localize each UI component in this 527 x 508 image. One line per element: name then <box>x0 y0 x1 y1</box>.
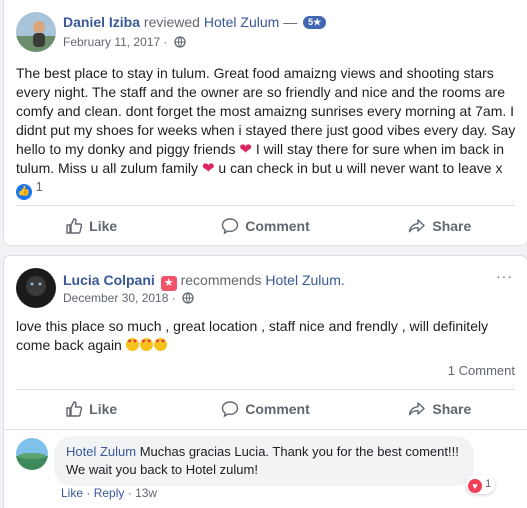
reply-reaction-count: 1 <box>485 478 492 490</box>
divider <box>16 205 515 206</box>
reply-actions: Like · Reply · 13w <box>61 486 157 500</box>
thumbs-up-icon <box>66 218 83 234</box>
like-label: Like <box>89 218 118 234</box>
divider <box>4 429 527 430</box>
heart-eyes-emoji-icon <box>139 338 153 351</box>
author-name[interactable]: Daniel Iziba <box>63 14 140 30</box>
post-header: Lucia Colpani ★ recommends Hotel Zulum. <box>63 271 345 291</box>
share-icon <box>409 219 426 233</box>
page-link[interactable]: Hotel Zulum. <box>265 272 344 288</box>
recommend-icon: ★ <box>160 276 177 291</box>
comment-count[interactable]: 1 Comment <box>448 363 515 378</box>
rating-badge: 5★ <box>303 16 327 29</box>
reply-link[interactable]: Reply <box>94 486 125 500</box>
share-button[interactable]: Share <box>353 393 527 425</box>
reply-avatar[interactable] <box>16 438 48 470</box>
comment-icon <box>222 401 239 418</box>
author-name[interactable]: Lucia Colpani <box>63 272 155 288</box>
reaction-summary[interactable]: 👍 1 <box>16 179 43 200</box>
separator-dot: · <box>86 486 91 500</box>
globe-icon <box>174 36 186 48</box>
share-label: Share <box>432 218 472 234</box>
reaction-count: 1 <box>35 179 43 194</box>
separator-dot: · <box>127 486 132 500</box>
avatar[interactable] <box>16 268 56 308</box>
action-bar: Like Comment Share <box>4 393 527 425</box>
reply-time[interactable]: 13w <box>135 486 157 500</box>
globe-icon <box>182 292 194 304</box>
separator-dot: · <box>171 291 176 305</box>
comment-label: Comment <box>245 218 310 234</box>
love-reaction-icon: ♥ <box>468 479 482 493</box>
heart-eyes-emoji-icon <box>153 338 167 351</box>
post-date[interactable]: February 11, 2017 <box>63 35 160 49</box>
thumbs-up-icon <box>66 401 83 417</box>
share-button[interactable]: Share <box>353 210 527 242</box>
reply-reaction-summary[interactable]: ♥ 1 <box>466 475 496 494</box>
post-text: The best place to stay in tulum. Great f… <box>16 64 521 178</box>
action-bar: Like Comment Share <box>4 210 527 242</box>
action-verb: reviewed <box>143 14 200 30</box>
action-verb: recommends <box>180 272 262 288</box>
post-text: love this place so much , great location… <box>16 317 506 355</box>
comment-label: Comment <box>245 401 310 417</box>
post-text-part: u can check in but u will never want to … <box>214 160 503 176</box>
comment-button[interactable]: Comment <box>178 393 352 425</box>
heart-emoji-icon: ❤ <box>201 160 215 177</box>
share-icon <box>409 402 426 416</box>
post-text-part: love this place so much , great location… <box>16 318 489 353</box>
post-date[interactable]: December 30, 2018 <box>63 291 168 305</box>
page-link[interactable]: Hotel Zulum <box>204 14 279 30</box>
post-meta: February 11, 2017 · <box>63 34 186 50</box>
like-button[interactable]: Like <box>4 210 178 242</box>
like-reaction-icon: 👍 <box>16 184 32 200</box>
more-options-icon[interactable]: ··· <box>496 268 513 284</box>
review-post-daniel: Daniel Iziba reviewed Hotel Zulum — 5★ F… <box>4 0 527 245</box>
divider <box>16 389 515 390</box>
comment-icon <box>222 218 239 235</box>
reply-bubble: Hotel Zulum Muchas gracias Lucia. Thank … <box>54 436 474 486</box>
reply-like-link[interactable]: Like <box>61 486 83 500</box>
like-button[interactable]: Like <box>4 393 178 425</box>
post-header: Daniel Iziba reviewed Hotel Zulum — 5★ <box>63 13 327 31</box>
comment-button[interactable]: Comment <box>178 210 352 242</box>
dash: — <box>283 14 298 30</box>
like-label: Like <box>89 401 118 417</box>
recommendation-post-lucia: Lucia Colpani ★ recommends Hotel Zulum. … <box>4 256 527 508</box>
heart-eyes-emoji-icon <box>125 338 139 351</box>
post-meta: December 30, 2018 · <box>63 290 194 306</box>
reply-author[interactable]: Hotel Zulum <box>66 444 136 459</box>
heart-emoji-icon: ❤ <box>239 141 252 158</box>
share-label: Share <box>432 401 472 417</box>
separator-dot: · <box>163 35 168 49</box>
avatar[interactable] <box>16 12 56 52</box>
